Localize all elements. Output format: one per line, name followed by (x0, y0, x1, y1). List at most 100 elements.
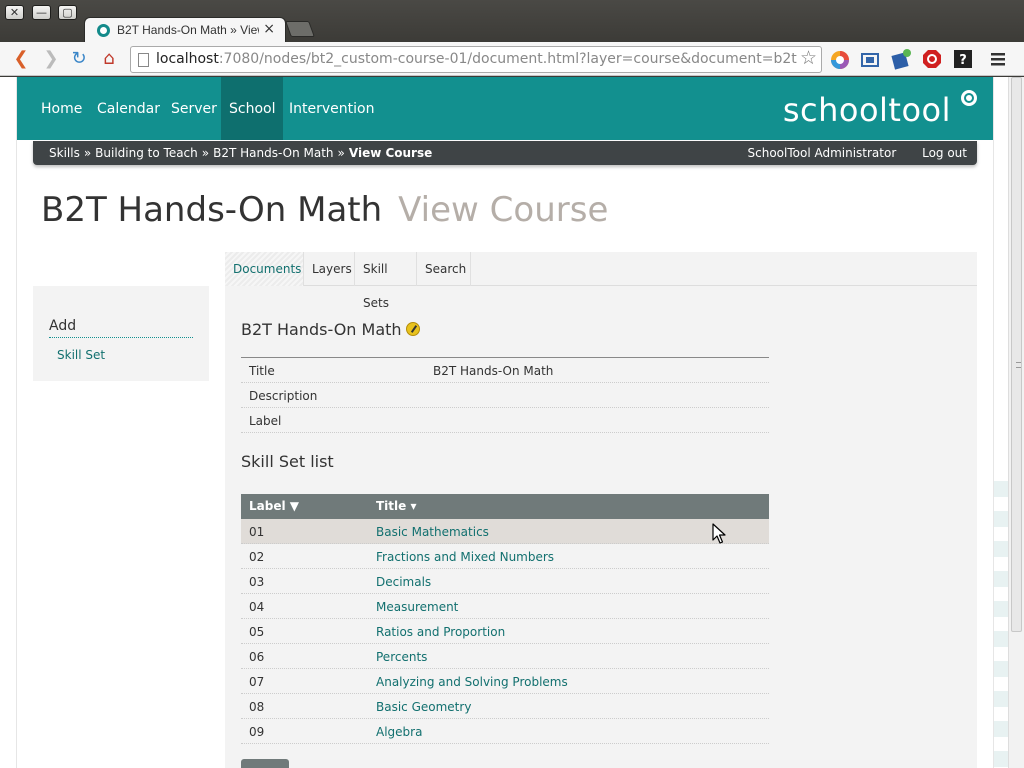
screen-capture-extension-icon[interactable] (860, 50, 880, 70)
browser-toolbar: ❮ ❯ ↻ ⌂ localhost:7080/nodes/bt2_custom-… (0, 42, 1024, 76)
row-label: 03 (249, 575, 265, 589)
user-name-link[interactable]: SchoolTool Administrator (748, 146, 897, 160)
table-row[interactable]: 06 Percents (241, 644, 769, 669)
row-label: 06 (249, 650, 265, 664)
table-row[interactable]: 03 Decimals (241, 569, 769, 594)
decorative-pattern (994, 467, 1008, 768)
row-title-link[interactable]: Algebra (376, 725, 422, 739)
row-title-link[interactable]: Measurement (376, 600, 458, 614)
row-title-link[interactable]: Ratios and Proportion (376, 625, 505, 639)
page-title: B2T Hands-On Math View Course (41, 190, 608, 230)
forward-icon[interactable]: ❯ (40, 48, 62, 70)
tab-title: B2T Hands-On Math » View Course (117, 23, 259, 37)
table-row[interactable]: 07 Analyzing and Solving Problems (241, 669, 769, 694)
sidebar-add-skill-set-link[interactable]: Skill Set (57, 348, 105, 362)
address-bar[interactable]: localhost:7080/nodes/bt2_custom-course-0… (130, 46, 822, 73)
stop-extension-icon[interactable] (922, 49, 942, 69)
row-label: 05 (249, 625, 265, 639)
browser-tab[interactable]: B2T Hands-On Math » View Course × (84, 17, 286, 43)
user-area: SchoolTool Administrator Log out (726, 146, 968, 160)
tab-layers[interactable]: Layers (304, 252, 355, 286)
details-key: Description (249, 389, 318, 403)
back-icon[interactable]: ❮ (10, 48, 32, 70)
table-row[interactable]: 08 Basic Geometry (241, 694, 769, 719)
page-scrollbar[interactable] (1008, 77, 1024, 768)
document-title: B2T Hands-On Math (241, 320, 420, 339)
puzzle-extension-icon[interactable] (890, 48, 912, 70)
tab-search[interactable]: Search (417, 252, 471, 286)
table-row[interactable]: 01 Basic Mathematics (241, 519, 769, 544)
partial-button[interactable] (241, 759, 289, 768)
breadcrumb: Skills» Building to Teach» B2T Hands-On Ma… (49, 146, 432, 160)
schooltool-logo[interactable]: schooltool (783, 91, 951, 129)
row-label: 09 (249, 725, 265, 739)
details-value: B2T Hands-On Math (433, 364, 554, 378)
breadcrumb-course[interactable]: B2T Hands-On Math (213, 146, 333, 160)
breadcrumb-building-to-teach[interactable]: Building to Teach (95, 146, 198, 160)
breadcrumb-separator: » (201, 146, 210, 160)
column-header-label[interactable]: Label ▼ (249, 499, 299, 513)
row-label: 07 (249, 675, 265, 689)
schooltool-logo-mark-icon (961, 90, 977, 106)
color-picker-extension-icon[interactable] (830, 50, 850, 70)
row-title-link[interactable]: Percents (376, 650, 427, 664)
scrollbar-thumb[interactable] (1011, 77, 1022, 632)
breadcrumb-current: View Course (348, 146, 433, 160)
row-title-link[interactable]: Basic Mathematics (376, 525, 489, 539)
svg-text:?: ? (959, 53, 967, 68)
page-left-border (16, 77, 17, 768)
menu-icon[interactable] (990, 51, 1006, 67)
table-row[interactable]: 02 Fractions and Mixed Numbers (241, 544, 769, 569)
bookmark-star-icon[interactable]: ☆ (800, 47, 817, 69)
tab-documents[interactable]: Documents (225, 252, 304, 286)
edit-pencil-icon[interactable] (405, 322, 420, 336)
scrollbar-grip-icon (1016, 362, 1021, 368)
details-key: Title (249, 364, 275, 378)
tab-skill-sets[interactable]: Skill Sets (355, 252, 417, 310)
table-row[interactable]: 04 Measurement (241, 594, 769, 619)
window-maximize-button[interactable]: ▢ (58, 5, 77, 20)
sidebar: Add Skill Set (33, 286, 209, 381)
window-minimize-button[interactable]: — (32, 5, 51, 20)
row-label: 01 (249, 525, 265, 539)
nav-home[interactable]: Home (33, 77, 90, 140)
breadcrumb-bar: Skills» Building to Teach» B2T Hands-On Ma… (33, 141, 977, 165)
row-label: 08 (249, 700, 265, 714)
page-viewport: Home Calendar Server School Intervention… (0, 77, 1024, 768)
address-url: localhost:7080/nodes/bt2_custom-course-0… (156, 51, 797, 67)
logout-link[interactable]: Log out (922, 146, 967, 160)
document-details-table: Title B2T Hands-On Math Description Labe… (241, 357, 769, 433)
row-label: 02 (249, 550, 265, 564)
schooltool-favicon-icon (97, 24, 110, 37)
help-extension-icon[interactable]: ? (953, 49, 973, 69)
reload-icon[interactable]: ↻ (68, 48, 90, 70)
skill-set-list-heading: Skill Set list (241, 452, 334, 471)
window-close-button[interactable]: ✕ (5, 5, 24, 20)
nav-server[interactable]: Server (163, 77, 225, 140)
row-title-link[interactable]: Fractions and Mixed Numbers (376, 550, 554, 564)
nav-school[interactable]: School (221, 77, 284, 140)
row-title-link[interactable]: Basic Geometry (376, 700, 471, 714)
row-title-link[interactable]: Decimals (376, 575, 431, 589)
new-tab-button[interactable] (285, 21, 315, 37)
table-row[interactable]: 09 Algebra (241, 719, 769, 744)
row-label: 04 (249, 600, 265, 614)
window-titlebar: ✕ — ▢ B2T Hands-On Math » View Course × (0, 0, 1024, 43)
breadcrumb-separator: » (83, 146, 92, 160)
details-key: Label (249, 414, 282, 428)
home-icon[interactable]: ⌂ (98, 48, 120, 70)
nav-intervention[interactable]: Intervention (281, 77, 382, 140)
skill-set-table: Label ▼ Title ▾ 01 Basic Mathematics 02 … (241, 494, 769, 744)
details-row-label: Label (241, 408, 769, 433)
page-icon (138, 53, 149, 67)
sidebar-heading: Add (49, 318, 193, 338)
details-row-description: Description (241, 383, 769, 408)
tab-close-icon[interactable]: × (263, 21, 275, 37)
row-title-link[interactable]: Analyzing and Solving Problems (376, 675, 568, 689)
page-title-subtitle: View Course (398, 190, 609, 230)
table-row[interactable]: 05 Ratios and Proportion (241, 619, 769, 644)
column-header-title[interactable]: Title ▾ (376, 499, 417, 513)
nav-calendar[interactable]: Calendar (89, 77, 168, 140)
breadcrumb-skills[interactable]: Skills (49, 146, 80, 160)
content-tabs: Documents Layers Skill Sets Search (225, 252, 977, 310)
